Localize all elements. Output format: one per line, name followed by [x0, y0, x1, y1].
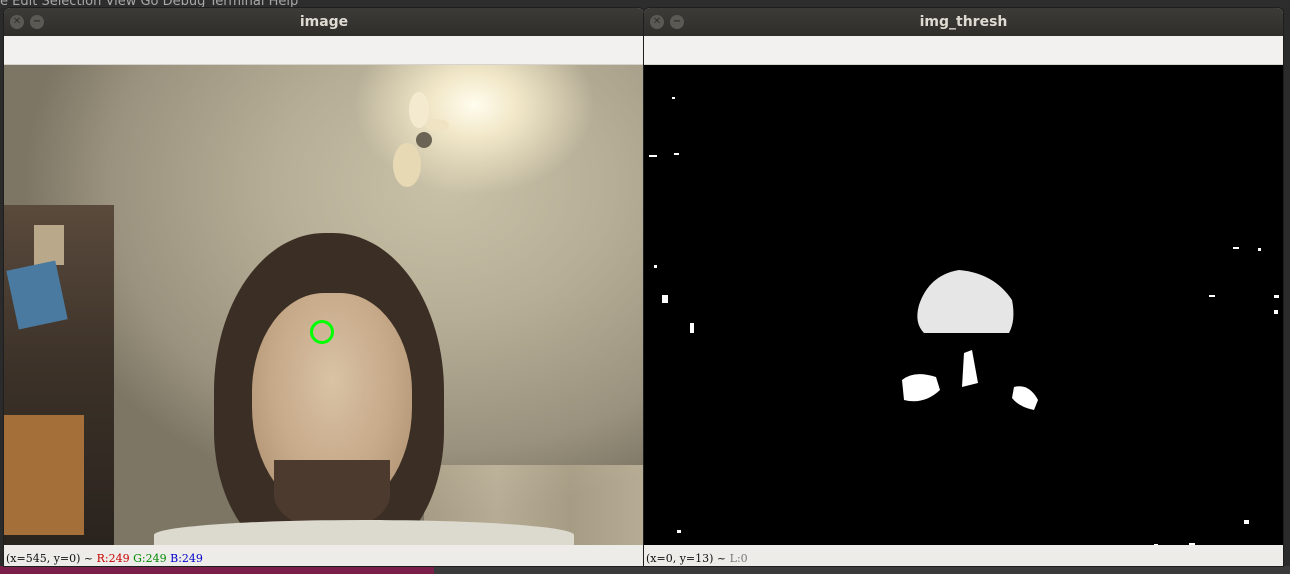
img-thresh-statusbar: (x=0, y=13) ~ L:0	[644, 545, 1283, 566]
tracking-marker	[310, 320, 334, 344]
cursor-coordinates: (x=0, y=13) ~	[646, 552, 727, 565]
pixel-luminance-value: L:0	[729, 552, 748, 565]
window-title: img_thresh	[919, 14, 1008, 30]
close-icon[interactable]: ✕	[10, 15, 24, 29]
image-window-titlebar[interactable]: ✕ − image	[4, 8, 644, 36]
ceiling-fan-shape	[393, 92, 449, 187]
webcam-photo	[4, 65, 644, 545]
pixel-red-value: R:249	[96, 552, 130, 565]
minimize-icon[interactable]: −	[670, 15, 684, 29]
minimize-icon[interactable]: −	[30, 15, 44, 29]
image-canvas[interactable]	[4, 65, 644, 545]
image-statusbar: (x=545, y=0) ~ R:249 G:249 B:249	[4, 545, 644, 566]
desktop-background: e Edit Selection View Go Debug Terminal …	[0, 0, 1290, 9]
img-thresh-window-toolbar	[644, 36, 1283, 65]
image-window-toolbar	[4, 36, 644, 65]
desktop-bottom-strip	[0, 566, 1290, 574]
threshold-blobs	[649, 97, 1279, 545]
image-window[interactable]: ✕ − image (x=545, y=0) ~ R:249 G:249 B:2…	[4, 8, 644, 566]
taskbar-accent	[0, 566, 434, 574]
img-thresh-window[interactable]: ✕ − img_thresh (x=0, y=13) ~ L:0	[644, 8, 1283, 566]
shelf-board	[4, 415, 84, 535]
pixel-green-value: G:249	[133, 552, 167, 565]
close-icon[interactable]: ✕	[650, 15, 664, 29]
cursor-coordinates: (x=545, y=0) ~	[6, 552, 94, 565]
window-title: image	[299, 14, 349, 30]
person-shirt	[154, 520, 574, 545]
pixel-blue-value: B:249	[170, 552, 203, 565]
threshold-image	[644, 65, 1283, 545]
thresh-canvas[interactable]	[644, 65, 1283, 545]
book	[34, 225, 64, 265]
img-thresh-window-titlebar[interactable]: ✕ − img_thresh	[644, 8, 1283, 36]
